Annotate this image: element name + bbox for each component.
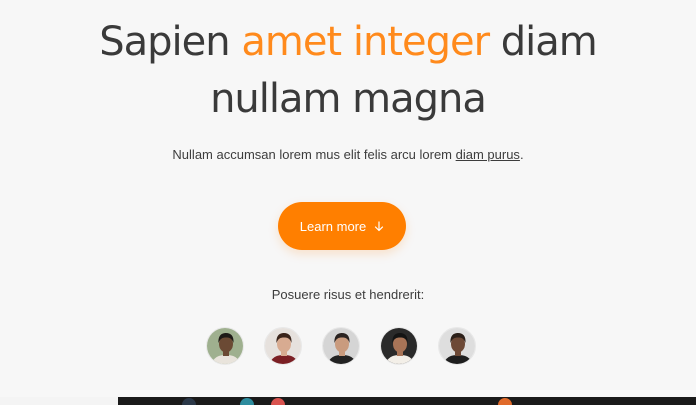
avatar-1 (206, 327, 244, 365)
social-proof-caption: Posuere risus et hendrerit: (271, 287, 425, 302)
subtitle-end: . (519, 147, 524, 162)
learn-more-button[interactable]: Learn more (278, 202, 406, 250)
subtitle-link[interactable]: diam purus (456, 147, 520, 162)
taskbar-app-icon[interactable] (271, 398, 285, 405)
taskbar-left-area (0, 397, 118, 405)
hero-title: Sapien amet integer diam nullam magna (0, 14, 696, 128)
avatar-5 (438, 327, 476, 365)
hero-title-line2: nullam magna (210, 76, 487, 122)
os-taskbar (0, 397, 696, 405)
taskbar-app-icon[interactable] (182, 398, 196, 405)
subtitle-text: Nullam accumsan lorem mus elit felis arc… (172, 147, 456, 162)
hero-title-accent: amet integer (241, 19, 490, 65)
hero-title-part1: Sapien (99, 19, 242, 65)
landing-hero: Sapien amet integer diam nullam magna Nu… (0, 0, 696, 405)
avatar-3 (322, 327, 360, 365)
hero-title-part2: diam (489, 19, 598, 65)
avatar-4 (380, 327, 418, 365)
avatar-2 (264, 327, 302, 365)
arrow-down-icon (374, 220, 384, 232)
taskbar-app-icon[interactable] (498, 398, 512, 405)
taskbar-app-icon[interactable] (240, 398, 254, 405)
learn-more-label: Learn more (299, 218, 367, 234)
hero-subtitle: Nullam accumsan lorem mus elit felis arc… (0, 146, 696, 164)
